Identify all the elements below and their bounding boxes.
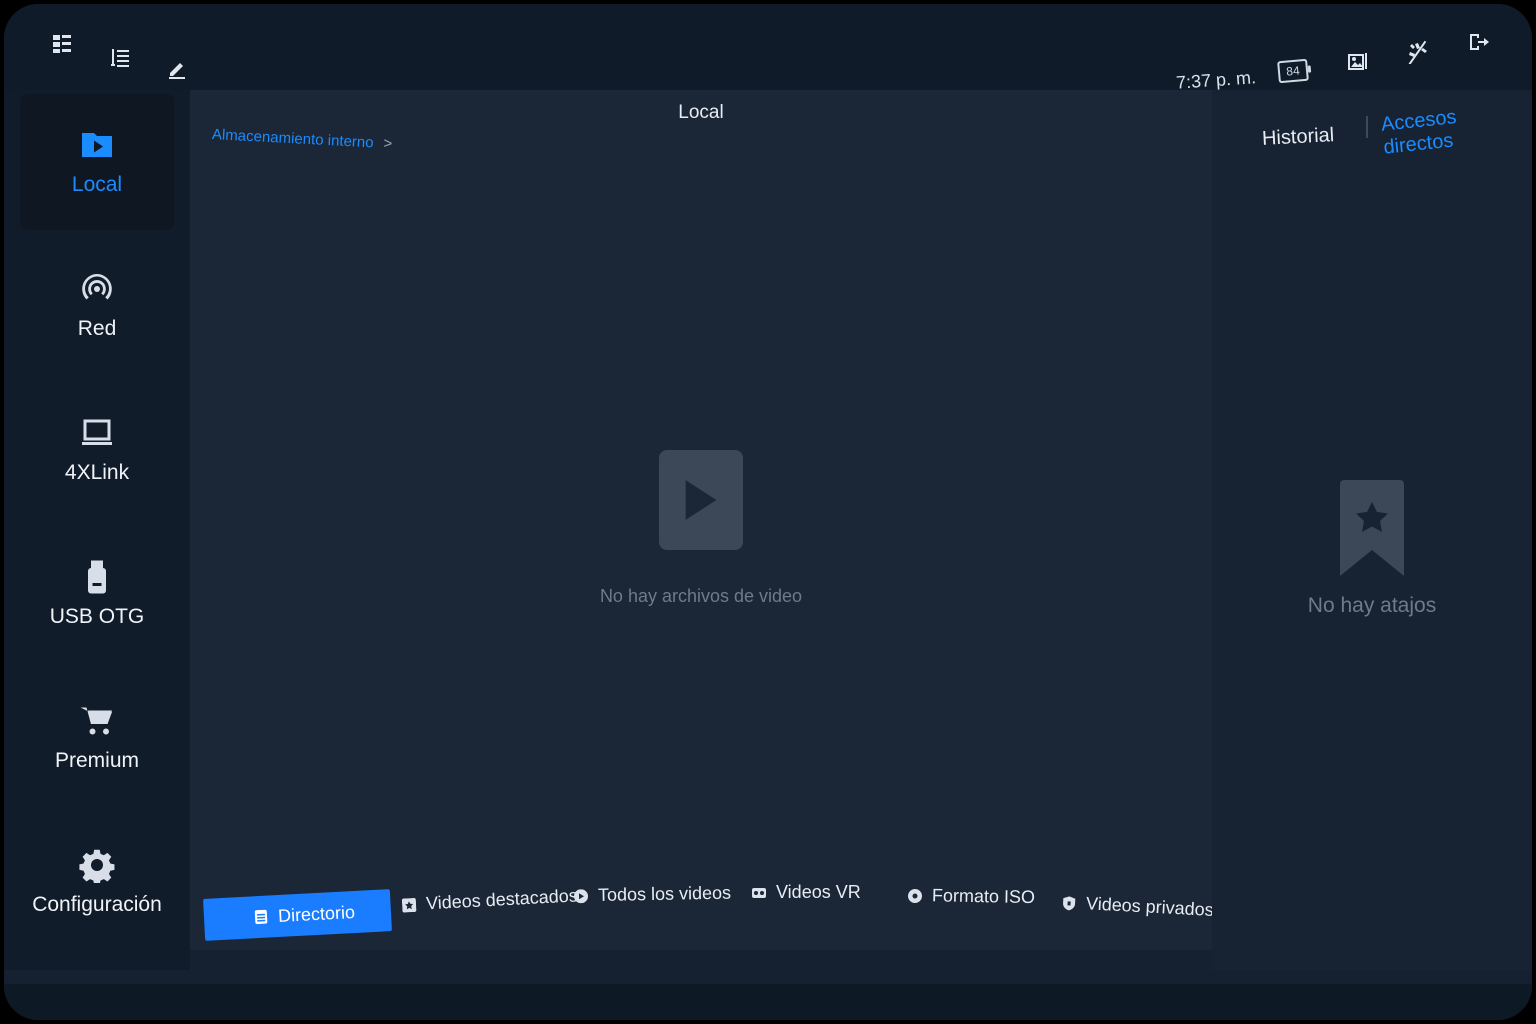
empty-message: No hay archivos de video	[599, 586, 803, 606]
sort-list-icon[interactable]	[100, 38, 140, 78]
vr-headset-icon	[752, 887, 766, 898]
shield-lock-icon	[1063, 895, 1076, 910]
tab-formato-iso[interactable]: Formato ISO	[908, 885, 1035, 908]
video-placeholder-icon	[659, 450, 743, 550]
gear-icon	[79, 849, 115, 883]
sidebar-item-4xlink[interactable]: 4XLink	[20, 382, 174, 518]
sidebar-item-label: Red	[77, 317, 117, 340]
right-panel: Historial Accesos directos No hay atajos	[1212, 90, 1532, 970]
sidebar-item-label: 4XLink	[64, 461, 130, 484]
page-title: Local	[678, 102, 724, 123]
play-circle-icon	[574, 888, 589, 903]
sidebar-item-label: Local	[71, 173, 123, 196]
sidebar-item-label: Configuración	[32, 893, 162, 916]
sidebar-item-label: USB OTG	[49, 605, 145, 628]
tab-accesos-directos[interactable]: Accesos directos	[1380, 98, 1532, 159]
sidebar-item-usb-otg[interactable]: USB OTG	[20, 526, 174, 662]
empty-state: No hay archivos de video	[190, 450, 1212, 607]
sidebar: Local Red 4XLink USB OTG Premium Configu…	[4, 90, 190, 970]
sidebar-item-configuracion[interactable]: Configuración	[20, 814, 174, 950]
document-icon	[254, 909, 268, 925]
main-panel: Local Almacenamiento interno > No hay arc…	[190, 90, 1214, 952]
top-bar: 7:37 p. m. 84	[4, 4, 1532, 94]
gallery-icon[interactable]	[1338, 42, 1378, 82]
shortcuts-empty-state: No hay atajos	[1212, 480, 1532, 618]
tab-videos-privados[interactable]: Videos privados	[1062, 892, 1214, 921]
laptop-icon	[82, 419, 112, 445]
edit-icon[interactable]	[158, 48, 198, 88]
sidebar-item-local[interactable]: Local	[20, 94, 174, 230]
folder-play-icon	[82, 133, 112, 157]
sidebar-item-premium[interactable]: Premium	[20, 670, 174, 806]
usb-icon	[88, 560, 106, 594]
breadcrumb-item[interactable]: Almacenamiento interno	[212, 126, 374, 151]
empty-message: No hay atajos	[1307, 594, 1437, 617]
breadcrumb: Almacenamiento interno >	[212, 126, 393, 152]
sidebar-item-red[interactable]: Red	[20, 238, 174, 374]
tab-historial[interactable]: Historial	[1261, 124, 1334, 151]
no-effects-icon[interactable]	[1398, 32, 1438, 72]
breadcrumb-separator: >	[383, 135, 393, 153]
tab-divider	[1366, 116, 1368, 138]
grid-list-icon[interactable]	[42, 24, 82, 64]
tab-videos-destacados[interactable]: Videos destacados	[401, 885, 579, 915]
cart-icon	[80, 707, 112, 735]
exit-icon[interactable]	[1458, 22, 1498, 62]
bottom-tabs: Directorio Videos destacados Todos los v…	[203, 882, 1214, 952]
tab-todos-los-videos[interactable]: Todos los videos	[574, 883, 731, 907]
network-icon	[82, 274, 112, 300]
app-window: 7:37 p. m. 84 Local Red 4XLink USB OTG P…	[4, 4, 1532, 1020]
sidebar-item-label: Premium	[54, 749, 139, 772]
bookmark-star-icon	[1340, 480, 1404, 576]
battery-icon: 84	[1277, 58, 1309, 84]
tab-videos-vr[interactable]: Videos VR	[752, 882, 861, 903]
disc-icon	[908, 888, 923, 903]
tab-directorio[interactable]: Directorio	[203, 889, 393, 941]
bottom-frame	[4, 984, 1532, 1020]
star-video-icon	[401, 897, 417, 912]
